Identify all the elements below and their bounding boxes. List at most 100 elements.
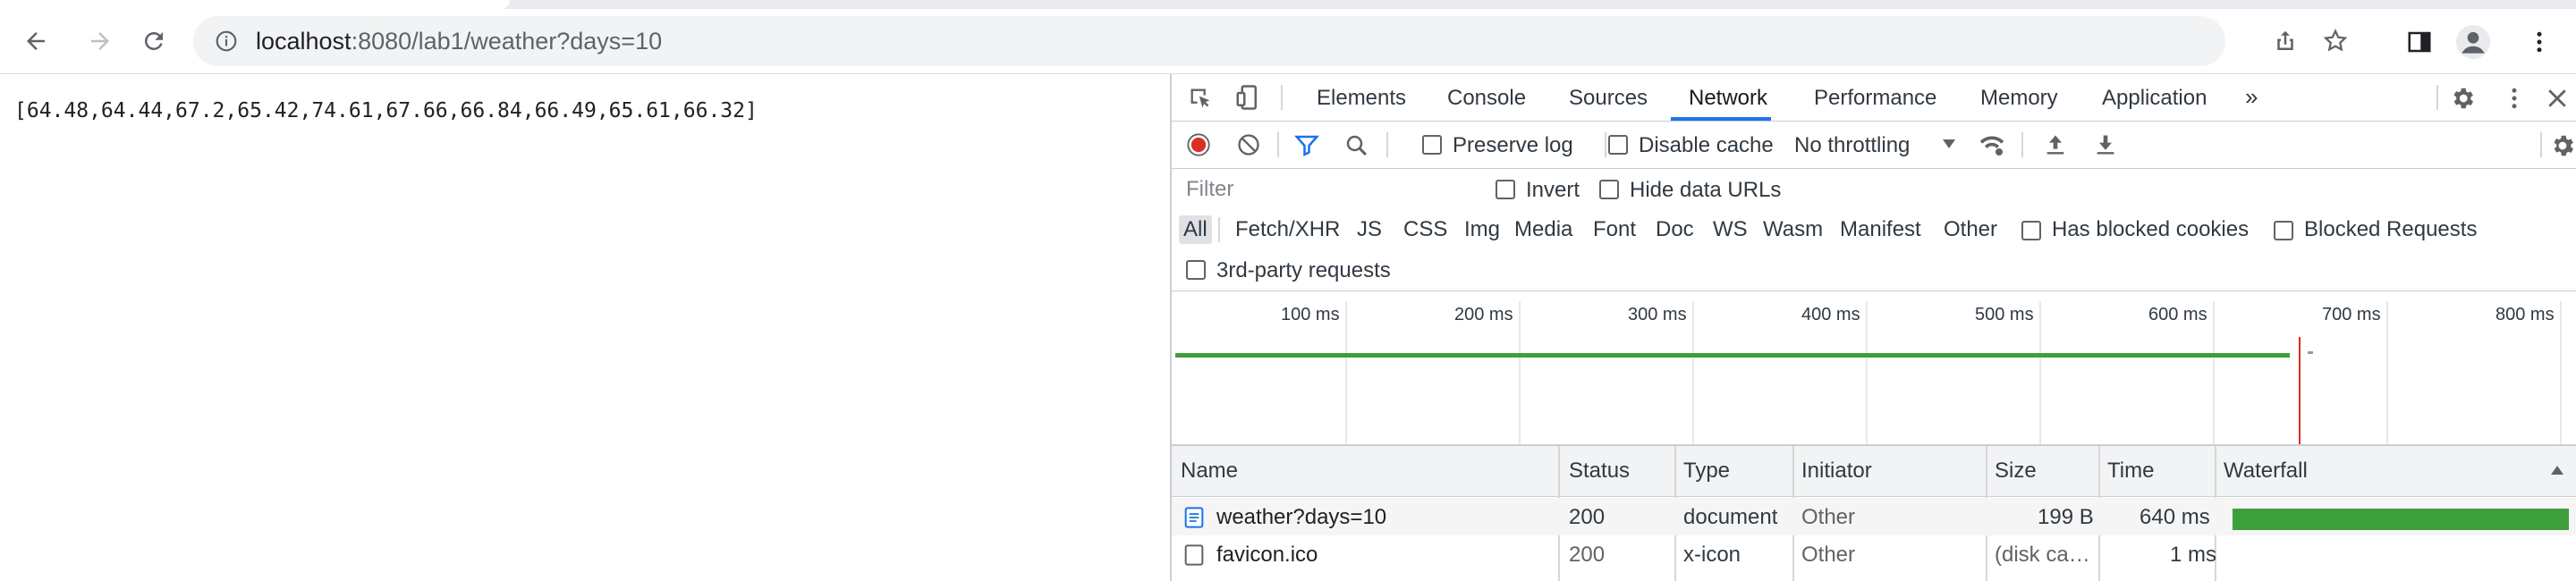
close-devtools-icon[interactable] xyxy=(2544,85,2571,112)
tab-application[interactable]: Application xyxy=(2102,86,2207,111)
url-text[interactable]: localhost:8080/lab1/weather?days=10 xyxy=(256,28,662,55)
chevron-down-icon xyxy=(1943,139,1955,148)
table-row[interactable]: weather?days=10 200 document Other 199 B… xyxy=(1172,498,2576,535)
type-filter-doc[interactable]: Doc xyxy=(1651,215,1699,244)
tab-elements[interactable]: Elements xyxy=(1317,86,1406,111)
page-content: [64.48,64.44,67.2,65.42,74.61,67.66,66.8… xyxy=(0,74,1170,581)
type-filter-ws[interactable]: WS xyxy=(1708,215,1752,244)
avatar[interactable] xyxy=(2456,25,2490,59)
tab-performance[interactable]: Performance xyxy=(1814,86,1936,111)
tab-memory[interactable]: Memory xyxy=(1980,86,2058,111)
tab-sources[interactable]: Sources xyxy=(1569,86,1648,111)
timeline-gridline xyxy=(1692,301,1694,444)
preserve-log-label: Preserve log xyxy=(1453,133,1573,157)
type-filter-fetch-xhr[interactable]: Fetch/XHR xyxy=(1231,215,1344,244)
devtools-panel: Elements Console Sources Network Perform… xyxy=(1170,74,2576,581)
request-time: 640 ms xyxy=(2140,505,2210,529)
type-filter-font[interactable]: Font xyxy=(1589,215,1640,244)
upload-icon[interactable] xyxy=(2043,132,2068,157)
side-panel-icon[interactable] xyxy=(2406,29,2433,55)
forward-button[interactable] xyxy=(80,21,120,61)
browser-menu-icon[interactable] xyxy=(2526,29,2553,55)
request-type: x-icon xyxy=(1683,543,1741,567)
request-name: weather?days=10 xyxy=(1216,505,1387,529)
type-filter-manifest[interactable]: Manifest xyxy=(1835,215,1926,244)
more-tabs-icon[interactable]: » xyxy=(2245,83,2258,111)
has-blocked-cookies-checkbox[interactable] xyxy=(2021,221,2041,240)
divider xyxy=(1218,217,1220,242)
column-type[interactable]: Type xyxy=(1683,459,1730,484)
browser-toolbar: localhost:8080/lab1/weather?days=10 xyxy=(0,9,2576,74)
download-icon[interactable] xyxy=(2093,132,2118,157)
invert-checkbox[interactable] xyxy=(1496,180,1515,199)
device-toolbar-icon[interactable] xyxy=(1234,84,1261,111)
disable-cache-checkbox[interactable] xyxy=(1608,135,1628,155)
request-size: 199 B xyxy=(2038,505,2094,529)
column-waterfall[interactable]: Waterfall xyxy=(2224,459,2308,484)
preserve-log-checkbox[interactable] xyxy=(1422,135,1442,155)
has-blocked-cookies-label: Has blocked cookies xyxy=(2052,217,2250,241)
blocked-requests-checkbox[interactable] xyxy=(2274,221,2293,240)
timeline-gridline xyxy=(2560,301,2562,444)
column-initiator[interactable]: Initiator xyxy=(1801,459,1872,484)
blocked-requests-label: Blocked Requests xyxy=(2304,217,2478,241)
address-bar[interactable]: localhost:8080/lab1/weather?days=10 xyxy=(193,16,2348,66)
divider xyxy=(2540,132,2542,157)
active-tab-indicator xyxy=(1671,117,1771,121)
info-icon[interactable] xyxy=(215,29,238,53)
request-status: 200 xyxy=(1569,543,1606,567)
network-settings-icon[interactable] xyxy=(2549,132,2576,159)
type-filter-img[interactable]: Img xyxy=(1460,215,1504,244)
hide-data-urls-label: Hide data URLs xyxy=(1630,178,1782,202)
clear-icon[interactable] xyxy=(1236,132,1261,157)
back-arrow-icon xyxy=(27,32,45,50)
type-filter-other[interactable]: Other xyxy=(1939,215,2002,244)
inspect-element-icon[interactable] xyxy=(1188,86,1213,111)
active-browser-tab[interactable] xyxy=(0,0,510,9)
json-response: [64.48,64.44,67.2,65.42,74.61,67.66,66.8… xyxy=(14,99,758,122)
type-filter-js[interactable]: JS xyxy=(1352,215,1386,244)
request-size: (disk ca… xyxy=(1995,543,2090,567)
column-time[interactable]: Time xyxy=(2107,459,2154,484)
filter-input[interactable]: Filter xyxy=(1179,174,1481,205)
filter-funnel-icon[interactable] xyxy=(1293,132,1320,159)
third-party-checkbox[interactable] xyxy=(1186,260,1206,280)
sort-ascending-icon[interactable] xyxy=(2549,464,2565,476)
divider xyxy=(2436,85,2438,110)
type-filter-wasm[interactable]: Wasm xyxy=(1758,215,1827,244)
third-party-row: 3rd-party requests xyxy=(1172,251,2576,291)
column-name[interactable]: Name xyxy=(1181,459,1238,484)
request-initiator: Other xyxy=(1801,505,1856,529)
timeline-tick-label: 300 ms xyxy=(1628,305,1687,324)
search-icon[interactable] xyxy=(1343,132,1370,159)
tab-console[interactable]: Console xyxy=(1447,86,1526,111)
back-button[interactable] xyxy=(16,21,55,61)
column-status[interactable]: Status xyxy=(1569,459,1630,484)
type-filter-all[interactable]: All xyxy=(1179,215,1212,244)
table-row[interactable]: favicon.ico 200 x-icon Other (disk ca… 1… xyxy=(1172,535,2576,573)
disable-cache-label: Disable cache xyxy=(1639,133,1774,157)
url-host: localhost xyxy=(256,28,352,55)
timeline-gridline xyxy=(1866,301,1868,444)
hide-data-urls-checkbox[interactable] xyxy=(1599,180,1619,199)
bookmark-star-icon[interactable] xyxy=(2322,28,2349,55)
request-initiator: Other xyxy=(1801,543,1856,567)
network-overview[interactable]: 100 ms 200 ms 300 ms 400 ms 500 ms 600 ms 700 … xyxy=(1172,301,2576,446)
settings-gear-icon[interactable] xyxy=(2449,85,2476,112)
tab-network[interactable]: Network xyxy=(1689,86,1767,111)
network-conditions-icon[interactable] xyxy=(1977,131,2007,159)
divider xyxy=(1277,132,1279,157)
reload-button[interactable] xyxy=(134,21,174,61)
type-filter-css[interactable]: CSS xyxy=(1399,215,1452,244)
record-icon[interactable] xyxy=(1186,132,1211,157)
throttling-select[interactable]: No throttling xyxy=(1794,133,1910,158)
column-size[interactable]: Size xyxy=(1995,459,2037,484)
share-icon[interactable] xyxy=(2272,28,2299,55)
request-status: 200 xyxy=(1569,505,1606,529)
divider xyxy=(2021,132,2023,157)
type-filter-media[interactable]: Media xyxy=(1510,215,1577,244)
customize-menu-icon[interactable] xyxy=(2501,85,2528,112)
forward-arrow-icon xyxy=(91,32,109,50)
devtools-tab-bar: Elements Console Sources Network Perform… xyxy=(1172,74,2576,122)
request-name: favicon.ico xyxy=(1216,543,1318,567)
